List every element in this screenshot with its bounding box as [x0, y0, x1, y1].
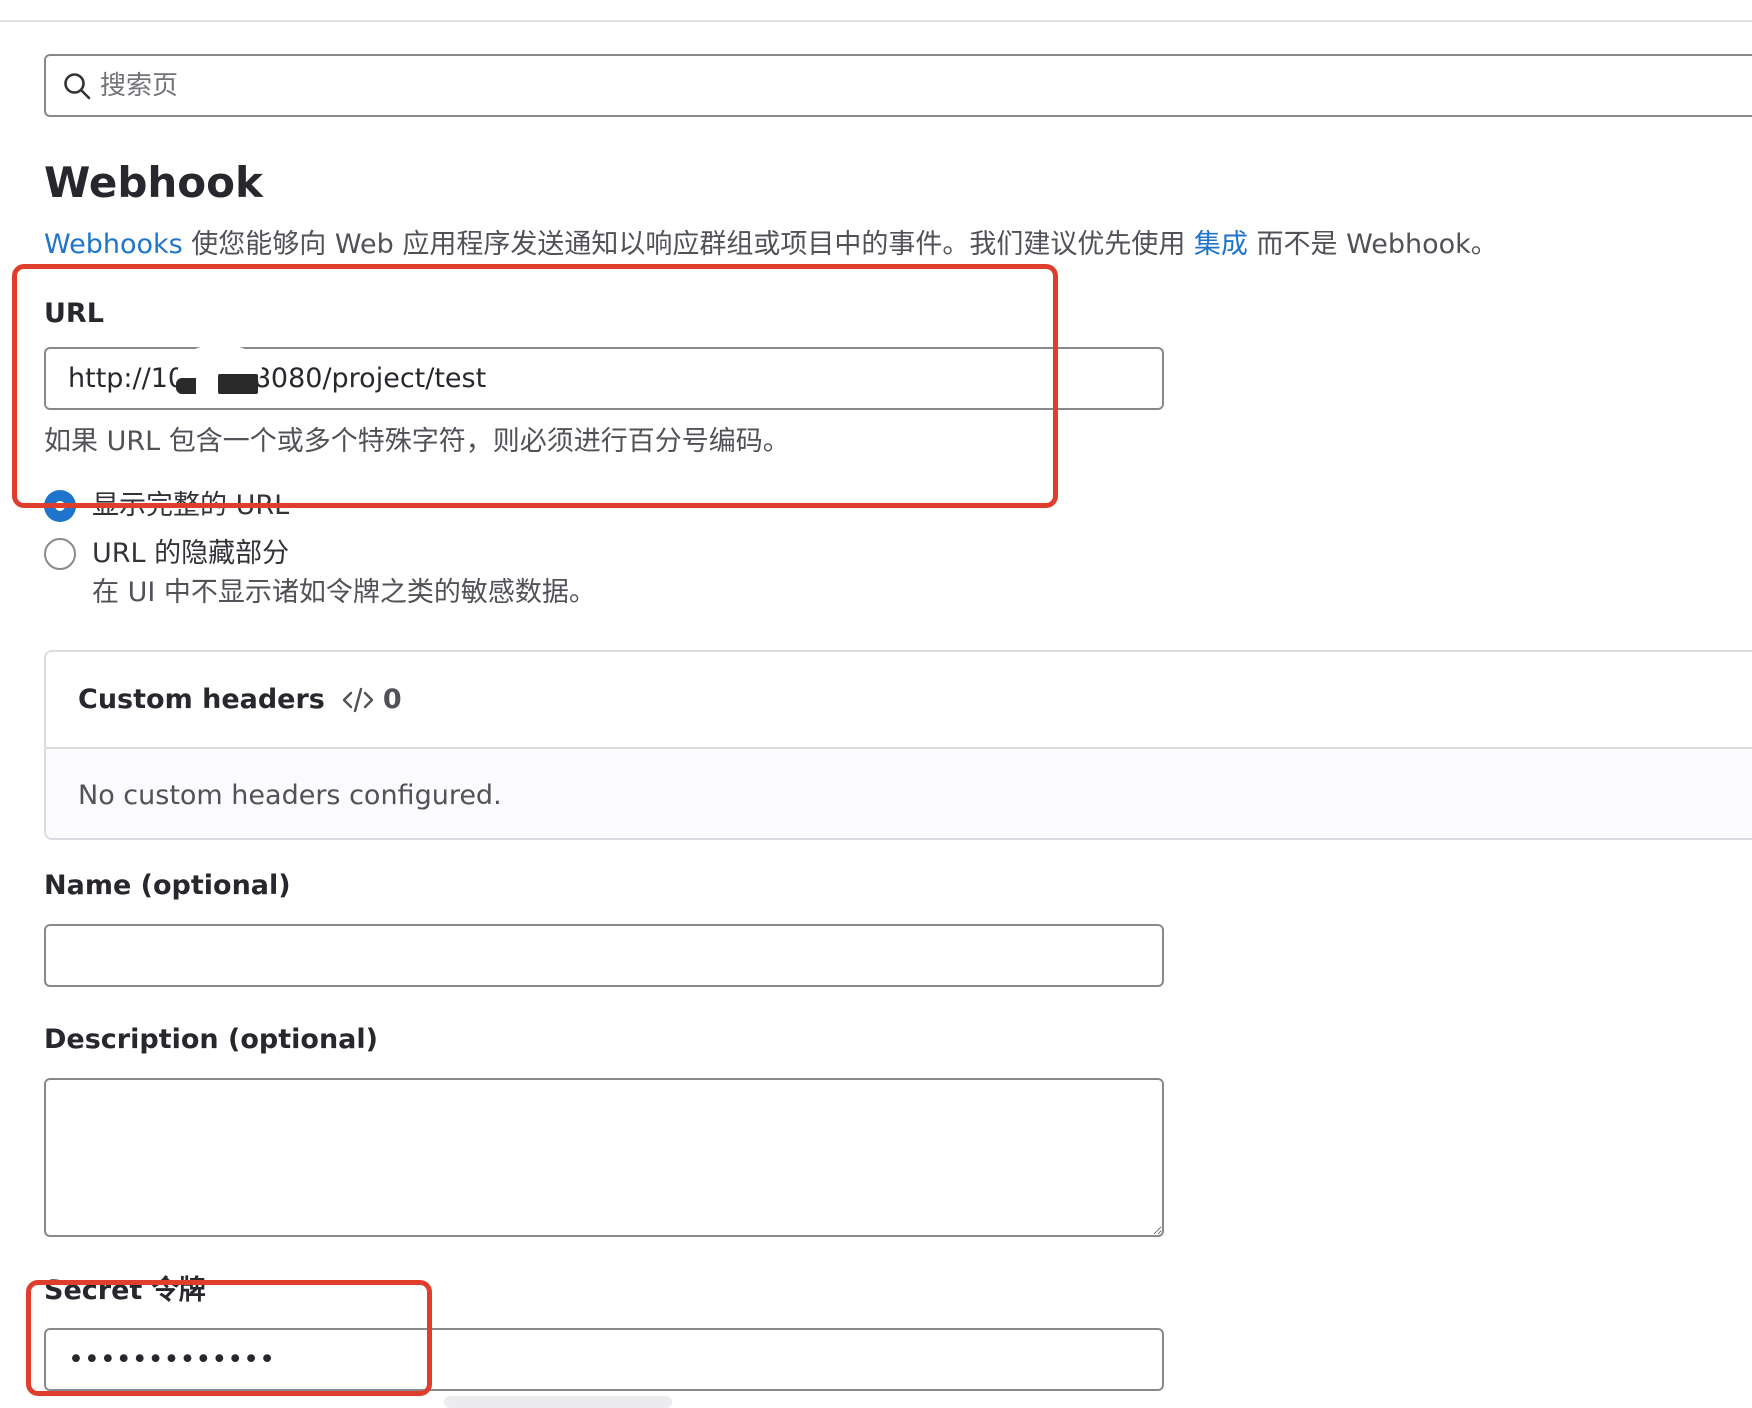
custom-headers-count: 0	[382, 684, 402, 715]
top-divider	[0, 20, 1752, 22]
url-redaction-mark	[218, 374, 258, 394]
radio-label-mask-url[interactable]: URL 的隐藏部分	[92, 535, 289, 573]
search-bar[interactable]	[44, 54, 1752, 117]
webhooks-doc-link[interactable]: Webhooks	[44, 229, 183, 260]
secret-token-label: Secret 令牌	[44, 1275, 206, 1306]
custom-headers-title: Custom headers	[78, 684, 325, 715]
integrations-link[interactable]: 集成	[1194, 229, 1248, 260]
name-input[interactable]	[44, 924, 1164, 987]
custom-headers-empty-text: No custom headers configured.	[78, 780, 502, 811]
code-icon	[342, 687, 374, 712]
webhook-settings-page: Webhook Webhooks 使您能够向 Web 应用程序发送通知以响应群组…	[0, 0, 1752, 1408]
intro-text-part2: 而不是 Webhook。	[1247, 229, 1498, 260]
url-redaction-mark	[176, 378, 196, 394]
custom-headers-body: No custom headers configured.	[46, 749, 1752, 838]
url-label: URL	[44, 298, 104, 329]
intro-text: Webhooks 使您能够向 Web 应用程序发送通知以响应群组或项目中的事件。…	[44, 226, 1724, 264]
search-input[interactable]	[100, 70, 1752, 101]
radio-mask-url[interactable]	[44, 538, 76, 570]
cutoff-help-fragment	[444, 1396, 672, 1408]
secret-token-input[interactable]	[44, 1328, 1164, 1391]
description-textarea[interactable]	[44, 1078, 1164, 1237]
custom-headers-header: Custom headers 0	[46, 652, 1752, 749]
search-icon	[64, 72, 91, 99]
intro-text-part1: 使您能够向 Web 应用程序发送通知以响应群组或项目中的事件。我们建议优先使用	[182, 229, 1194, 260]
radio-show-full-url[interactable]	[44, 490, 76, 522]
url-help-text: 如果 URL 包含一个或多个特殊字符，则必须进行百分号编码。	[44, 426, 790, 457]
custom-headers-card: Custom headers 0 No custom headers confi…	[44, 650, 1752, 840]
name-label: Name (optional)	[44, 870, 291, 901]
radio-help-mask-url: 在 UI 中不显示诸如令牌之类的敏感数据。	[92, 577, 596, 608]
radio-label-show-full-url[interactable]: 显示完整的 URL	[92, 487, 289, 525]
description-label: Description (optional)	[44, 1024, 378, 1055]
page-title: Webhook	[44, 158, 263, 207]
